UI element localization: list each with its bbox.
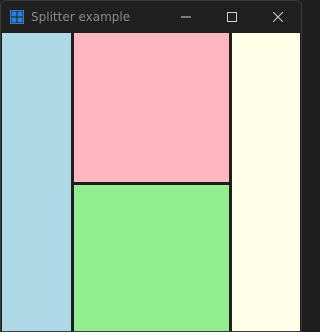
top-center-pane [74, 33, 229, 182]
app-window: Splitter example [0, 0, 302, 332]
splitter-client-area [1, 32, 301, 331]
right-pane [232, 33, 300, 331]
minimize-icon [181, 7, 191, 26]
maximize-button[interactable] [209, 1, 255, 32]
minimize-button[interactable] [163, 1, 209, 32]
title-bar[interactable]: Splitter example [1, 1, 301, 32]
bottom-center-pane [74, 185, 229, 331]
close-button[interactable] [255, 1, 301, 32]
maximize-icon [227, 7, 237, 26]
window-title: Splitter example [31, 10, 131, 24]
left-pane [2, 33, 71, 331]
grid-app-icon [10, 9, 24, 24]
close-icon [272, 7, 284, 26]
